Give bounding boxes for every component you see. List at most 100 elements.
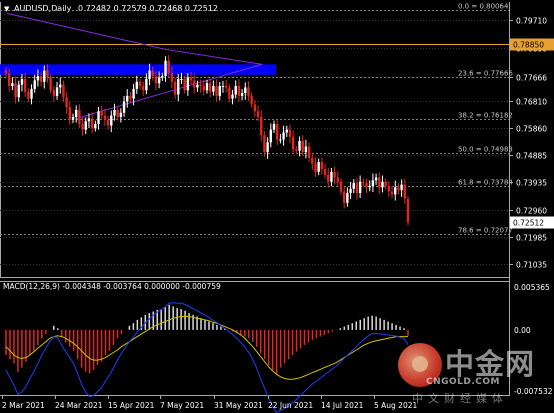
current-price-label: 0.72512 xyxy=(513,219,544,228)
candle-body xyxy=(397,187,400,191)
candle-body xyxy=(33,80,36,89)
candle-body xyxy=(87,118,91,122)
candle-body xyxy=(365,183,368,188)
candle-body xyxy=(247,87,250,96)
macd-tick-label: 0.005365 xyxy=(514,283,550,292)
time-tick-label: 31 May 2021 xyxy=(214,401,263,410)
candle-body xyxy=(378,177,381,188)
candle-body xyxy=(97,111,100,125)
candle-body xyxy=(342,191,346,203)
candle-body xyxy=(20,78,24,85)
candle-body xyxy=(177,78,180,95)
candle-body xyxy=(336,177,340,182)
candle-body xyxy=(193,80,196,88)
candle-body xyxy=(333,171,336,178)
candle-body xyxy=(49,77,52,91)
candle-body xyxy=(39,76,43,82)
candle-body xyxy=(113,109,116,116)
candle-body xyxy=(218,86,221,96)
price-tick-label: 0.75860 xyxy=(516,125,547,134)
candle-body xyxy=(208,83,212,92)
candle-body xyxy=(349,188,352,193)
candle-body xyxy=(362,181,365,184)
candle-body xyxy=(304,146,308,153)
candle-body xyxy=(327,174,330,182)
candle-body xyxy=(355,183,359,193)
candle-body xyxy=(135,81,139,89)
candle-body xyxy=(215,86,218,96)
chart-window: ▼ AUDUSD,Daily 0.72482 0.72579 0.72468 0… xyxy=(0,0,554,413)
candle-body xyxy=(307,146,311,158)
candle-body xyxy=(269,129,273,143)
candle-body xyxy=(78,109,81,125)
candle-body xyxy=(279,139,282,141)
candle-body xyxy=(381,181,384,188)
candle-body xyxy=(263,135,266,153)
candle-body xyxy=(314,163,317,172)
candle-body xyxy=(151,70,154,77)
candle-body xyxy=(161,76,164,78)
candle-body xyxy=(285,129,288,133)
candle-body xyxy=(199,84,202,87)
candle-body xyxy=(138,81,142,87)
candle-body xyxy=(406,199,410,223)
candle-body xyxy=(275,124,279,140)
ohlc-values: 0.72482 0.72579 0.72468 0.72512 xyxy=(78,4,218,13)
fib-level-label: 50.0 = 0.74983 xyxy=(458,146,513,154)
candle-body xyxy=(4,70,8,74)
candle-body xyxy=(266,142,269,153)
candle-body xyxy=(358,181,362,193)
candle-body xyxy=(68,107,72,120)
candle-body xyxy=(164,60,167,77)
candle-body xyxy=(11,83,14,87)
macd-label: MACD(12,26,9) -0.004348 -0.003764 0.0000… xyxy=(3,282,221,291)
candle-body xyxy=(212,86,215,92)
candle-body xyxy=(298,140,301,151)
candle-body xyxy=(253,104,257,112)
candle-body xyxy=(339,181,343,192)
candle-body xyxy=(173,81,177,95)
candle-body xyxy=(71,116,75,120)
price-tick-label: 0.72960 xyxy=(516,207,547,216)
fib-level-label: 61.8 = 0.73784 xyxy=(458,179,513,187)
candle-body xyxy=(234,86,237,95)
watermark-site: CNGOLD.COM xyxy=(426,377,501,387)
candle-body xyxy=(183,78,186,91)
candle-body xyxy=(371,180,375,186)
candle-body xyxy=(352,183,355,189)
candle-body xyxy=(62,84,65,98)
candle-body xyxy=(14,83,17,98)
candle-body xyxy=(394,187,397,195)
resistance-price-label: 0.78850 xyxy=(513,41,544,50)
price-tick-label: 0.74885 xyxy=(516,152,547,161)
candle-body xyxy=(100,111,103,116)
candle-body xyxy=(403,184,407,199)
fib-level-label: 38.2 = 0.76182 xyxy=(458,112,513,120)
watermark-tagline: 中文财经媒体 xyxy=(412,392,508,405)
candle-body xyxy=(374,177,378,181)
price-tick-label: 0.77666 xyxy=(516,74,547,83)
candle-body xyxy=(384,181,387,186)
fib-level-label: 23.6 = 0.77666 xyxy=(458,70,513,78)
candle-body xyxy=(224,86,228,88)
candle-body xyxy=(106,119,110,126)
candle-body xyxy=(23,78,27,92)
candle-body xyxy=(116,109,119,117)
candle-body xyxy=(390,191,394,195)
price-tick-label: 0.73935 xyxy=(516,179,547,188)
candle-body xyxy=(110,115,113,126)
candle-body xyxy=(170,73,174,82)
candle-body xyxy=(320,162,324,170)
candle-body xyxy=(65,97,68,108)
header-dropdown-icon[interactable]: ▼ xyxy=(4,5,10,13)
time-tick-label: 22 Jun 2021 xyxy=(268,401,313,410)
candle-body xyxy=(400,184,403,191)
candle-body xyxy=(196,84,199,88)
candle-body xyxy=(180,78,183,80)
candle-body xyxy=(157,77,161,84)
candle-body xyxy=(119,112,123,117)
candle-body xyxy=(46,70,49,78)
price-tick-label: 0.79710 xyxy=(516,17,547,26)
candle-body xyxy=(346,192,349,203)
candle-body xyxy=(228,87,231,99)
